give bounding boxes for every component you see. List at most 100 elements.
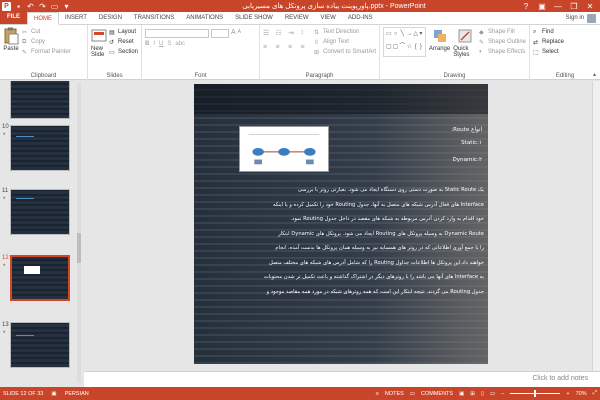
arrow-shape-icon[interactable]: → [406,30,412,42]
undo-icon[interactable]: ↶ [26,2,35,11]
find-button[interactable]: ⌕ Find [533,27,597,37]
replace-button[interactable]: ⇄ Replace [533,37,597,47]
text-direction-button[interactable]: ⇅ Text Direction [314,27,376,37]
triangle-shape-icon[interactable]: △ [413,30,418,42]
arrange-button[interactable]: Arrange [429,27,450,58]
slide-thumbnail[interactable] [10,81,70,119]
rounded-rect-shape-icon[interactable]: ▢ [393,43,399,55]
convert-smartart-button[interactable]: ⊞ Convert to SmartArt [314,47,376,57]
language-indicator[interactable]: PERSIAN [65,391,89,397]
comments-icon[interactable]: ▭ [410,391,415,397]
ribbon-display-options-icon[interactable]: ▣ [534,2,550,11]
tab-review[interactable]: REVIEW [279,12,315,24]
zoom-in-icon[interactable]: + [566,391,569,397]
copy-button[interactable]: ⧉ Copy [22,37,71,47]
align-right-icon[interactable]: ≡ [288,44,295,51]
line-spacing-icon[interactable]: ↕ [300,29,307,36]
paste-button[interactable]: Paste [3,27,19,57]
normal-view-icon[interactable]: ▣ [459,391,464,397]
slide-thumbnail[interactable] [10,189,70,235]
slide-thumbnail-selected[interactable] [10,255,70,301]
tab-view[interactable]: VIEW [315,12,342,24]
tab-design[interactable]: DESIGN [93,12,128,24]
redo-icon[interactable]: ↷ [38,2,47,11]
format-painter-button[interactable]: ✎ Format Painter [22,47,71,57]
save-icon[interactable]: ▪ [14,2,23,11]
editor-scrollbar[interactable] [592,81,600,371]
select-button[interactable]: ⬚ Select [533,47,597,57]
shapes-gallery[interactable]: ▭ ○ ╲ → △ ▾ ▢ ▢ ⌒ ☆ { } [383,27,426,57]
sign-in-link[interactable]: Sign in [566,15,584,21]
justify-icon[interactable]: ≡ [300,44,307,51]
slide-sorter-icon[interactable]: ⊞ [470,391,475,397]
tab-slide-show[interactable]: SLIDE SHOW [229,12,279,24]
line-shape-icon[interactable]: ╲ [399,30,405,42]
shape-effects-button[interactable]: ◐ Shape Effects [479,47,526,57]
quick-styles-button[interactable]: Quick Styles [453,27,476,58]
bold-button[interactable]: B [145,41,149,47]
shape-fill-button[interactable]: ◆ Shape Fill [479,27,526,37]
start-slideshow-icon[interactable]: ▭ [50,2,59,11]
notes-toggle-button[interactable]: NOTES [385,391,404,397]
notes-pane[interactable]: Click to add notes [84,371,600,387]
textbox-shape-icon[interactable]: ▢ [386,43,392,55]
collapse-ribbon-icon[interactable]: ▴ [593,71,596,78]
slide-body-text[interactable]: یک Static Route به صورت دستی روی دستگاه … [198,187,484,303]
layout-button[interactable]: ▤ Layout [109,27,138,37]
zoom-level[interactable]: 70% [576,391,587,397]
zoom-slider[interactable] [510,390,561,397]
new-slide-button[interactable]: New Slide [91,27,107,58]
network-diagram-image[interactable] [239,126,329,172]
notes-toggle-icon[interactable]: ≡ [376,391,379,397]
tab-insert[interactable]: INSERT [59,12,93,24]
zoom-slider-handle[interactable] [534,390,537,397]
font-name-select[interactable] [145,29,209,38]
font-size-select[interactable] [211,29,229,38]
tab-file[interactable]: FILE [0,11,27,24]
underline-button[interactable]: U [159,41,163,47]
slideshow-view-icon[interactable]: ▭ [490,391,495,397]
tab-add-ins[interactable]: ADD-INS [342,12,379,24]
powerpoint-logo-icon[interactable]: P [2,1,11,11]
fit-slide-icon[interactable]: ⤢ [593,390,597,397]
bullets-icon[interactable]: ☰ [263,29,270,37]
numbering-icon[interactable]: ☷ [275,29,282,37]
proofing-icon[interactable]: ▣ [51,391,56,397]
reading-view-icon[interactable]: ▯ [481,391,484,397]
italic-button[interactable]: I [153,41,155,47]
section-button[interactable]: ▭ Section [109,47,138,57]
shadow-button[interactable]: abc [175,41,185,47]
indent-icon[interactable]: ⇥ [288,29,295,37]
slide-thumbnail[interactable] [10,125,70,171]
comments-button[interactable]: COMMENTS [421,391,453,397]
cut-button[interactable]: ✂ Cut [22,27,71,37]
tab-animations[interactable]: ANIMATIONS [180,12,229,24]
thumbnail-scrollbar[interactable] [77,83,81,383]
increase-font-size-button[interactable]: A [231,29,236,38]
tab-home[interactable]: HOME [27,12,59,25]
customize-qat-icon[interactable]: ▾ [62,2,71,11]
brace-close-shape-icon[interactable]: } [419,43,423,55]
oval-shape-icon[interactable]: ○ [393,30,399,42]
shape-outline-button[interactable]: ✎ Shape Outline [479,37,526,47]
brace-shape-icon[interactable]: { [413,43,418,55]
current-slide[interactable]: انواع Route: Static:۱ Dynamic:۲ یک Stati… [194,84,488,364]
decrease-font-size-button[interactable]: A [238,29,241,38]
align-left-icon[interactable]: ≡ [263,44,270,51]
strikethrough-button[interactable]: S [167,41,171,47]
slide-thumbnail[interactable] [10,322,70,368]
restore-button[interactable]: ❐ [566,2,582,11]
help-button[interactable]: ? [518,2,534,11]
reset-button[interactable]: ↺ Reset [109,37,138,47]
zoom-out-icon[interactable]: − [501,391,504,397]
align-text-button[interactable]: ⇳ Align Text [314,37,376,47]
more-shapes-icon[interactable]: ▾ [419,30,423,42]
star-shape-icon[interactable]: ☆ [406,43,412,55]
slide-thumbnails-panel[interactable]: 10 * 11 * 12 * 13 * [0,81,84,387]
align-center-icon[interactable]: ≡ [275,44,282,51]
tab-transitions[interactable]: TRANSITIONS [128,12,180,24]
close-button[interactable]: ✕ [582,2,598,11]
curve-shape-icon[interactable]: ⌒ [399,43,405,55]
avatar[interactable] [587,13,596,23]
rectangle-shape-icon[interactable]: ▭ [386,30,392,42]
